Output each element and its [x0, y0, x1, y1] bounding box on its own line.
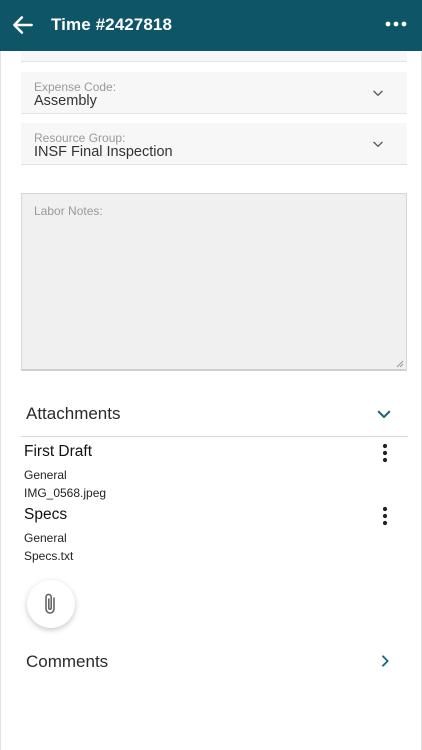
expense-code-select[interactable]: Expense Code: Assembly [21, 72, 407, 114]
chevron-down-icon [373, 90, 383, 96]
attachment-name: Specs [24, 506, 68, 523]
scroll-content[interactable]: 0 Expense Code: Assembly Resource Group:… [0, 51, 422, 750]
chevron-down-icon[interactable] [375, 405, 393, 423]
section-divider [21, 436, 408, 437]
paperclip-icon [45, 593, 55, 614]
resize-handle-icon[interactable] [396, 360, 404, 368]
resource-group-label: Resource Group: [34, 131, 126, 145]
attachment-category: General [24, 468, 67, 482]
attachments-title: Attachments [26, 404, 121, 423]
back-arrow-icon[interactable] [10, 12, 36, 38]
more-options-icon[interactable] [384, 12, 408, 36]
more-vertical-icon[interactable] [376, 506, 394, 526]
resource-group-value: INSF Final Inspection [34, 144, 173, 160]
expense-code-label: Expense Code: [34, 80, 117, 94]
resource-group-select[interactable]: Resource Group: INSF Final Inspection [21, 123, 407, 165]
attachment-filename: IMG_0568.jpeg [24, 486, 107, 500]
app-bar: Time #2427818 [0, 0, 422, 51]
expense-code-value: Assembly [34, 93, 97, 109]
previous-field[interactable]: 0 [21, 51, 407, 62]
chevron-right-icon[interactable] [377, 652, 393, 670]
attachment-category: General [24, 531, 67, 545]
comments-title[interactable]: Comments [26, 652, 108, 672]
previous-field-value: 0 [34, 51, 42, 53]
attachment-filename: Specs.txt [24, 549, 74, 563]
attachment-name: First Draft [24, 443, 93, 460]
chevron-down-icon [373, 141, 383, 147]
labor-notes-textarea[interactable]: Labor Notes: [21, 193, 407, 371]
page-title: Time #2427818 [51, 15, 173, 34]
add-attachment-button[interactable] [27, 580, 75, 628]
labor-notes-placeholder: Labor Notes: [34, 204, 103, 218]
more-vertical-icon[interactable] [376, 443, 394, 463]
